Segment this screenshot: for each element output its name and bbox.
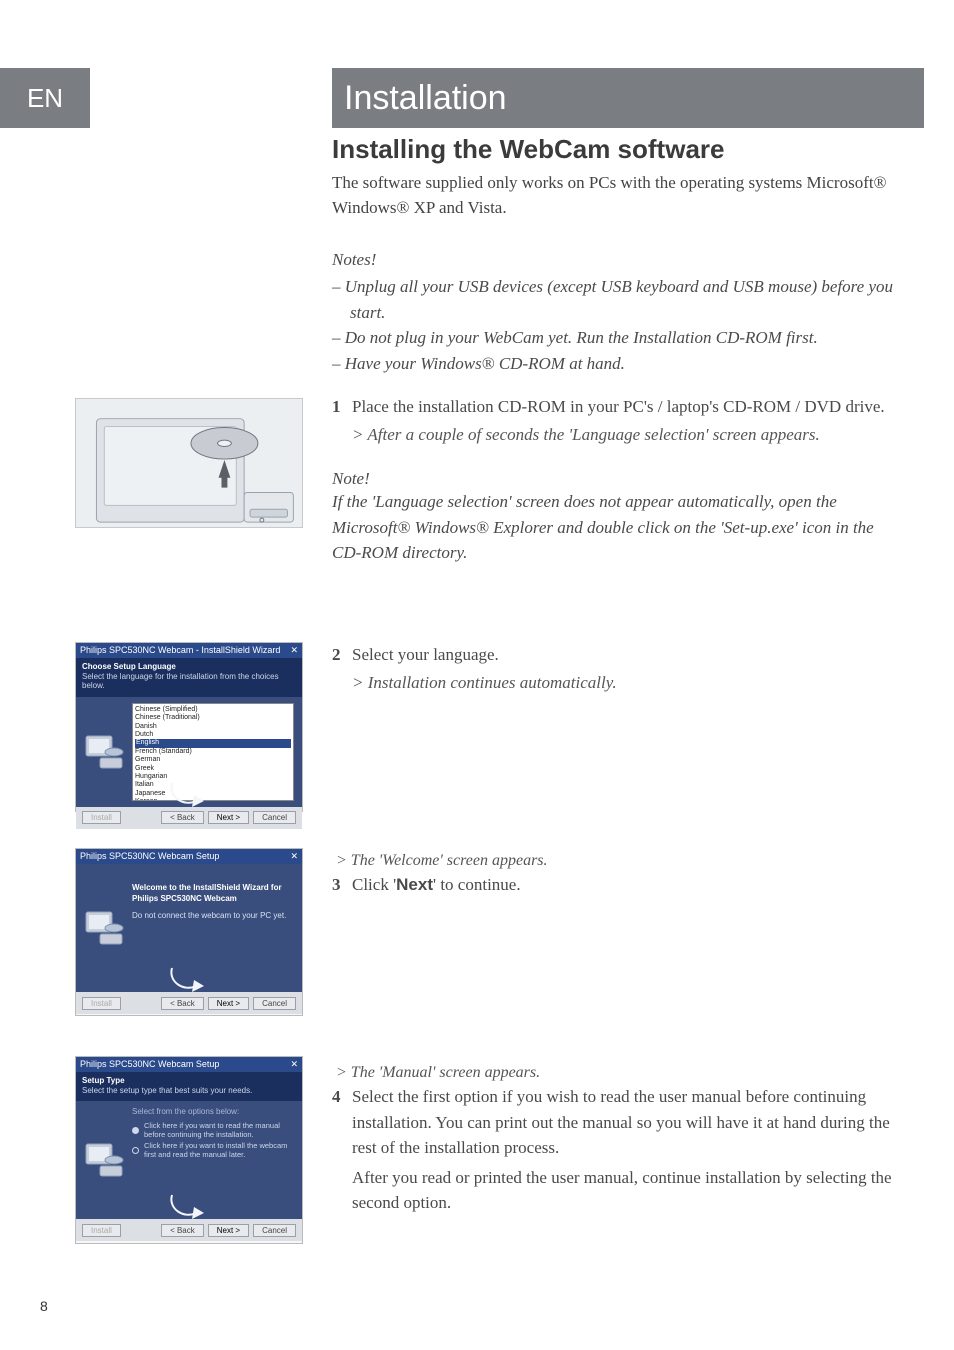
step-number: 4 (332, 1084, 352, 1216)
list-item[interactable]: Korean (135, 798, 291, 801)
close-icon: ✕ (290, 645, 298, 656)
option-label: Click here if you want to install the we… (144, 1141, 294, 1159)
welcome-heading: Welcome to the InstallShield Wizard for … (132, 882, 292, 904)
options-heading: Select from the options below: (132, 1101, 294, 1120)
step-text-part: ' to continue. (433, 875, 521, 894)
step-number: 1 (332, 394, 352, 447)
cancel-button[interactable]: Cancel (253, 1224, 296, 1237)
list-item[interactable]: Greek (135, 765, 291, 773)
list-item[interactable]: Dutch (135, 731, 291, 739)
page-title-bar: Installation (332, 68, 924, 128)
welcome-subtext: Do not connect the webcam to your PC yet… (132, 910, 292, 921)
back-button[interactable]: < Back (161, 811, 204, 824)
step-number: 3 (332, 872, 352, 898)
wizard-subtitle: Choose Setup Language (82, 662, 296, 672)
radio-option[interactable]: Click here if you want to read the manua… (132, 1120, 294, 1140)
arrow-icon (166, 1191, 206, 1225)
list-item[interactable]: German (135, 756, 291, 764)
step-text-part: Click ' (352, 875, 396, 894)
note-item: – Unplug all your USB devices (except US… (332, 274, 894, 325)
welcome-screenshot: Philips SPC530NC Webcam Setup ✕ Welcome … (75, 848, 303, 1016)
step-result: > Installation continues automatically. (352, 670, 894, 696)
notes-heading: Notes! (332, 250, 894, 270)
list-item-selected[interactable]: English (135, 739, 291, 747)
install-button[interactable]: Install (82, 997, 121, 1010)
cancel-button[interactable]: Cancel (253, 997, 296, 1010)
note-item: – Have your Windows® CD-ROM at hand. (332, 351, 894, 377)
note-body: If the 'Language selection' screen does … (332, 489, 894, 566)
back-button[interactable]: < Back (161, 1224, 204, 1237)
next-label: Next (396, 875, 433, 894)
install-button[interactable]: Install (82, 1224, 121, 1237)
wizard-title: Philips SPC530NC Webcam - InstallShield … (80, 645, 280, 656)
close-icon: ✕ (290, 1059, 298, 1070)
note-item: – Do not plug in your WebCam yet. Run th… (332, 325, 894, 351)
language-selection-screenshot: Philips SPC530NC Webcam - InstallShield … (75, 642, 303, 812)
next-button[interactable]: Next > (208, 1224, 249, 1237)
intro-text: The software supplied only works on PCs … (332, 171, 894, 220)
step-text: Select your language. (352, 642, 894, 668)
arrow-icon (166, 779, 206, 813)
list-item[interactable]: Japanese (135, 790, 291, 798)
step-result: > The 'Manual' screen appears. (332, 1064, 894, 1082)
step-result: > The 'Welcome' screen appears. (332, 852, 894, 870)
page-number: 8 (40, 1298, 48, 1314)
computer-icon (82, 1138, 126, 1182)
wizard-subtitle: Setup Type (82, 1076, 296, 1086)
computer-icon (82, 906, 126, 950)
manual-screenshot: Philips SPC530NC Webcam Setup ✕ Setup Ty… (75, 1056, 303, 1244)
arrow-icon (166, 964, 206, 998)
close-icon: ✕ (290, 851, 298, 862)
step-text: After you read or printed the user manua… (352, 1165, 894, 1216)
cdrom-illustration (75, 398, 303, 528)
computer-icon (82, 730, 126, 774)
list-item[interactable]: French (Standard) (135, 748, 291, 756)
language-listbox[interactable]: Chinese (Simplified) Chinese (Traditiona… (132, 703, 294, 801)
option-label: Click here if you want to read the manua… (144, 1121, 294, 1139)
step-number: 2 (332, 642, 352, 695)
wizard-title: Philips SPC530NC Webcam Setup (80, 851, 219, 862)
list-item[interactable]: Chinese (Simplified) (135, 706, 291, 714)
radio-option[interactable]: Click here if you want to install the we… (132, 1140, 294, 1160)
list-item[interactable]: Danish (135, 723, 291, 731)
install-button[interactable]: Install (82, 811, 121, 824)
section-heading: Installing the WebCam software (332, 134, 894, 165)
step-text: Select the first option if you wish to r… (352, 1084, 894, 1161)
cancel-button[interactable]: Cancel (253, 811, 296, 824)
radio-icon (132, 1147, 139, 1154)
next-button[interactable]: Next > (208, 997, 249, 1010)
list-item[interactable]: Italian (135, 781, 291, 789)
language-tab: EN (0, 68, 90, 128)
step-text: Place the installation CD-ROM in your PC… (352, 394, 894, 420)
list-item[interactable]: Chinese (Traditional) (135, 714, 291, 722)
list-item[interactable]: Hungarian (135, 773, 291, 781)
step-result: > After a couple of seconds the 'Languag… (352, 422, 894, 448)
next-button[interactable]: Next > (208, 811, 249, 824)
radio-icon (132, 1127, 139, 1134)
note-heading: Note! (332, 469, 894, 489)
wizard-subtext: Select the language for the installation… (82, 672, 296, 691)
back-button[interactable]: < Back (161, 997, 204, 1010)
wizard-subtext: Select the setup type that best suits yo… (82, 1086, 296, 1096)
wizard-title: Philips SPC530NC Webcam Setup (80, 1059, 219, 1070)
